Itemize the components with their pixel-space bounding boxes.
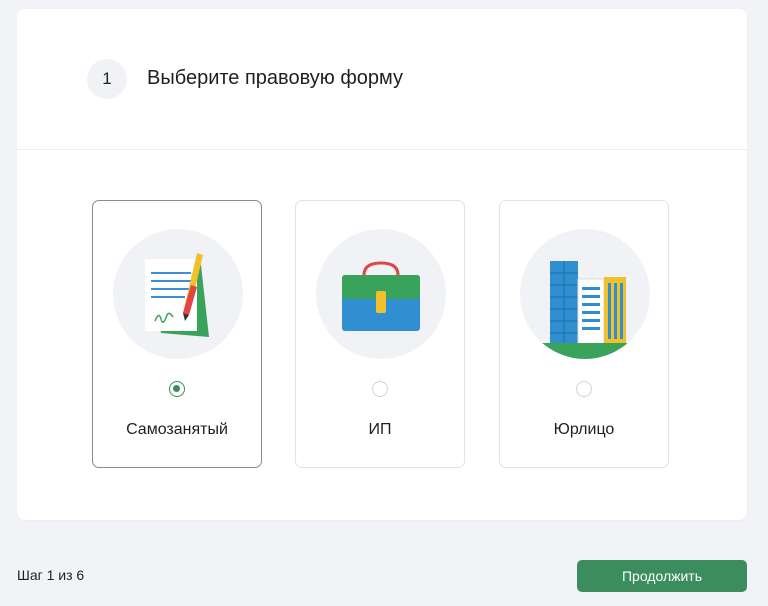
legal-form-card: 1 Выберите правовую форму Самозанятый ИП… xyxy=(17,9,747,520)
signed-document-icon xyxy=(113,229,243,359)
page-title: Выберите правовую форму xyxy=(147,67,403,89)
radio-legal-entity[interactable] xyxy=(576,381,592,397)
radio-ip[interactable] xyxy=(372,381,388,397)
step-number-badge: 1 xyxy=(87,59,127,99)
briefcase-icon xyxy=(316,229,446,359)
continue-button[interactable]: Продолжить xyxy=(577,560,747,592)
option-label: Юрлицо xyxy=(553,421,615,438)
option-self-employed[interactable]: Самозанятый xyxy=(92,200,262,468)
option-label: Самозанятый xyxy=(126,421,228,438)
option-label: ИП xyxy=(368,421,392,438)
radio-self-employed[interactable] xyxy=(169,381,185,397)
office-buildings-icon xyxy=(520,229,650,359)
card-header: 1 Выберите правовую форму xyxy=(17,9,747,150)
option-ip[interactable]: ИП xyxy=(295,200,465,468)
step-progress-text: Шаг 1 из 6 xyxy=(17,567,85,583)
option-legal-entity[interactable]: Юрлицо xyxy=(499,200,669,468)
